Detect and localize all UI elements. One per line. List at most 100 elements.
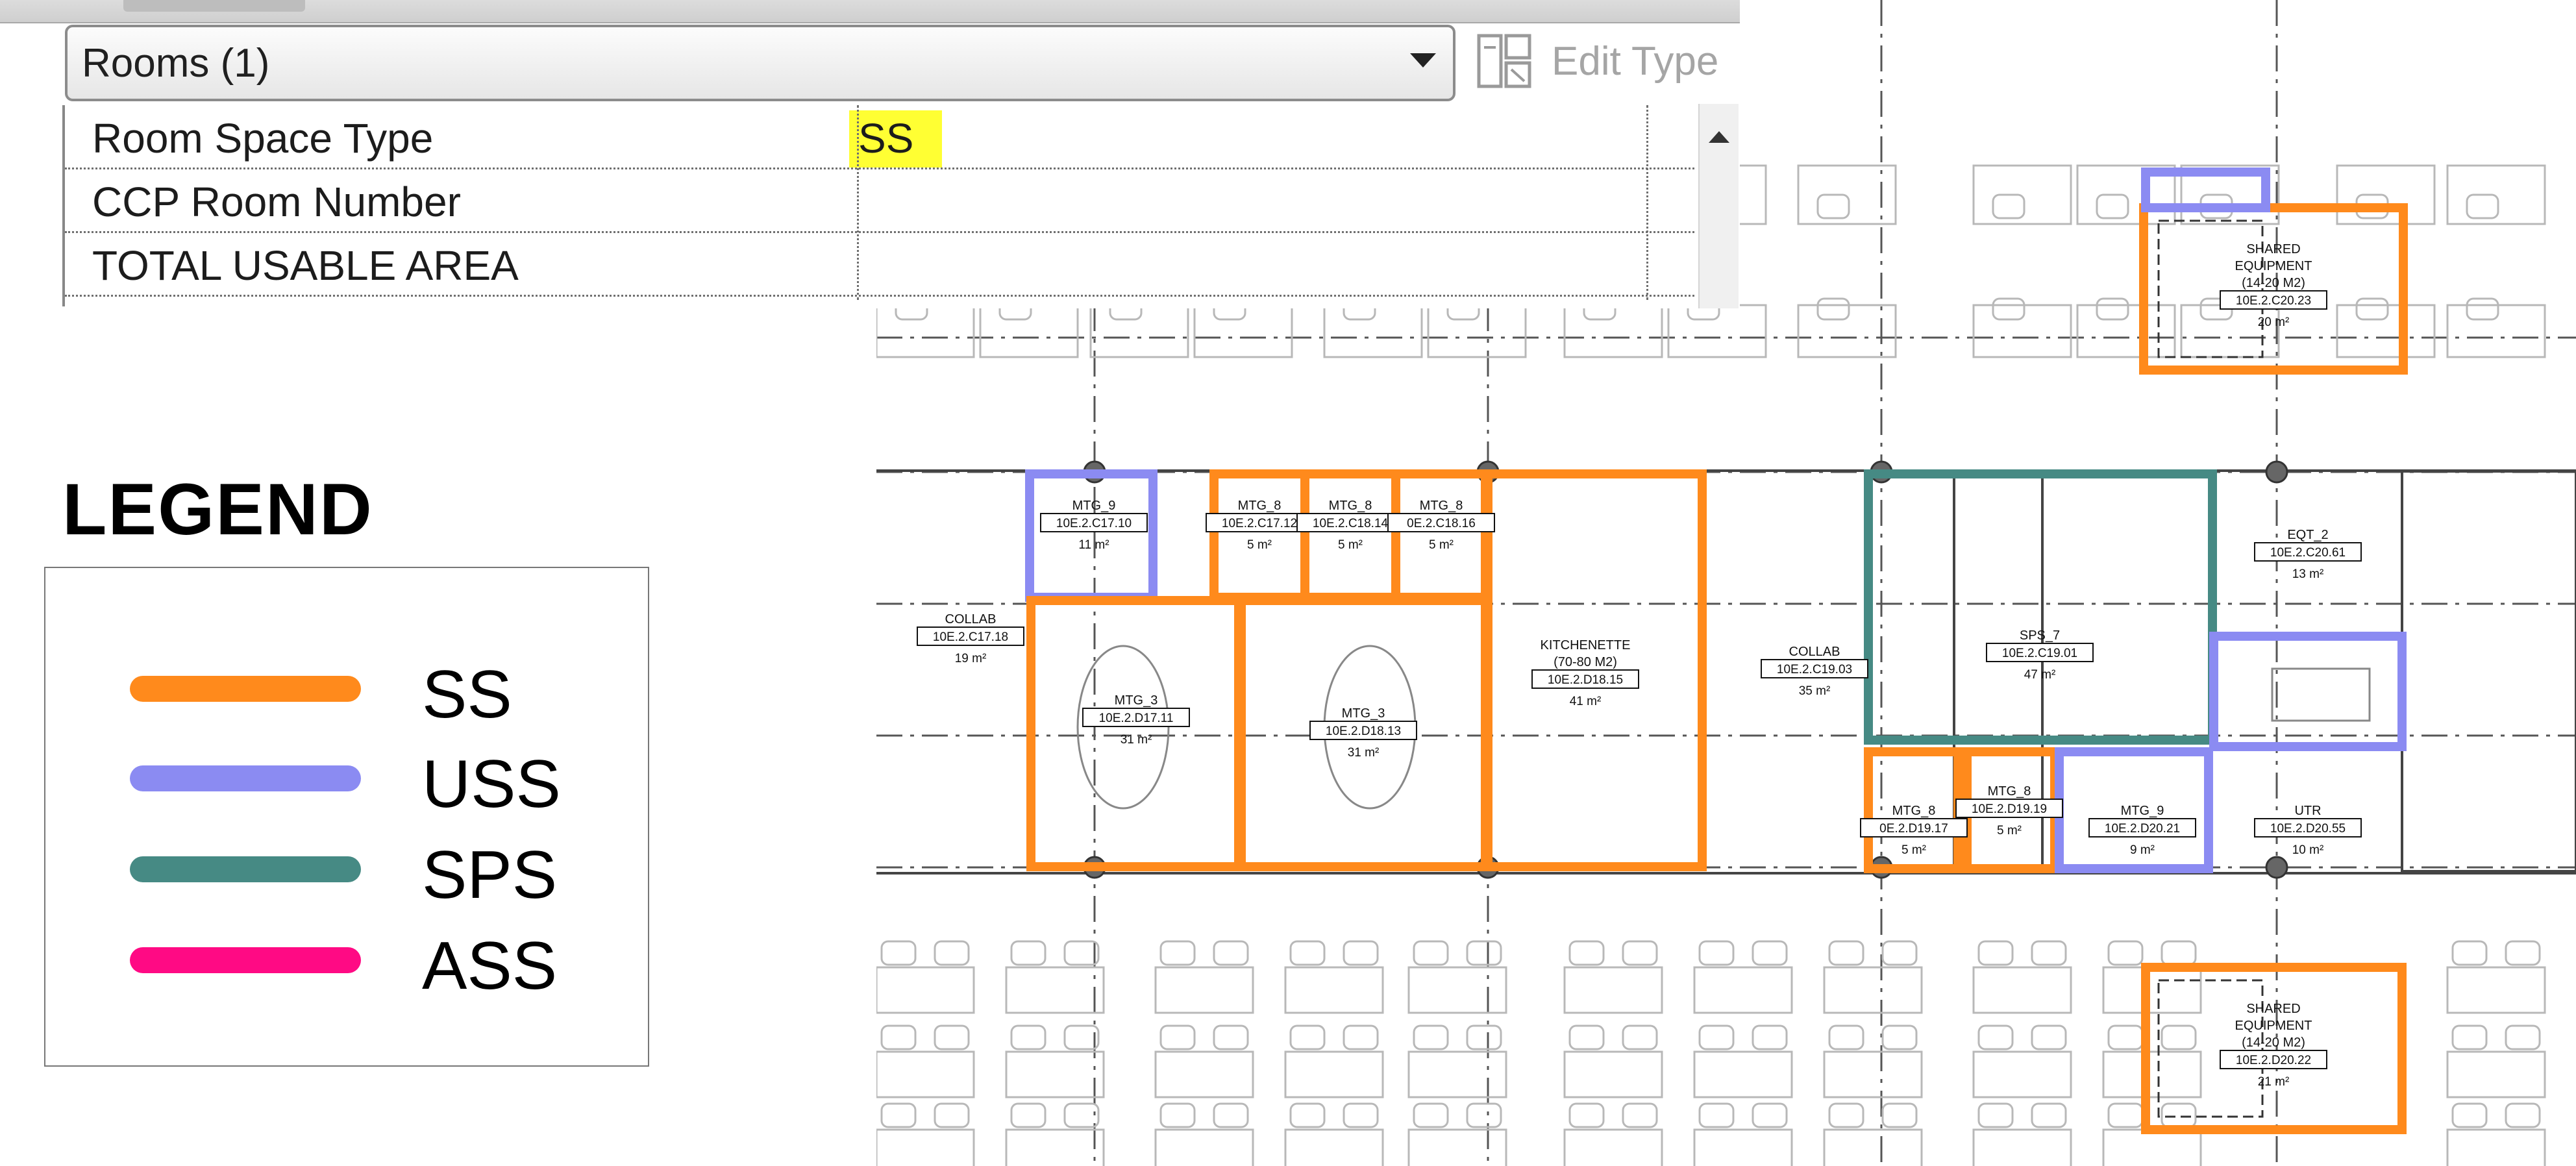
property-value-highlighted[interactable]: SS <box>849 110 943 167</box>
chair <box>2096 297 2129 321</box>
room-tag: COLLAB 10E.2.C19.03 35 m² <box>1761 645 1868 698</box>
chair <box>1289 1024 1326 1050</box>
desk <box>1154 966 1254 1014</box>
room-number: 10E.2.D20.21 <box>2105 822 2180 836</box>
chair <box>1466 1102 1502 1128</box>
properties-table: Room Space Type SS CCP Room Number TOTAL… <box>62 105 1694 308</box>
edit-type-label: Edit Type <box>1552 38 1719 84</box>
chair <box>1213 1024 1249 1050</box>
chair <box>1828 1102 1864 1128</box>
room-tag-name: MTG_3 <box>1342 706 1385 721</box>
chair <box>2107 1024 2144 1050</box>
property-row-ccp-room-number[interactable]: CCP Room Number <box>65 169 1694 233</box>
wall-segment <box>2401 470 2576 873</box>
desk <box>1972 1050 2072 1098</box>
chair <box>1063 1024 1100 1050</box>
panel-tab[interactable] <box>123 0 305 12</box>
chair <box>1816 297 1850 321</box>
desk <box>1563 1050 1663 1098</box>
chair <box>1622 1024 1658 1050</box>
room-tag-name: MTG_8 <box>1238 499 1282 513</box>
chair <box>1977 940 2014 966</box>
chair <box>1992 297 2025 321</box>
chair <box>1992 193 2025 219</box>
scroll-up-arrow-icon[interactable] <box>1709 131 1729 143</box>
room-area: 5 m² <box>1429 538 1454 552</box>
desk <box>1154 1128 1254 1166</box>
room-tag-name: SHARED <box>2246 242 2300 256</box>
chair <box>2505 1102 2541 1128</box>
room-tag: MTG_8 0E.2.C18.16 5 m² <box>1387 499 1495 552</box>
room-boundary-uss <box>2209 632 2407 751</box>
chair <box>2451 1102 2488 1128</box>
panel-tab-strip <box>0 0 1740 23</box>
legend-label: USS <box>422 747 561 822</box>
chair <box>934 940 970 966</box>
room-area: 31 m² <box>1348 746 1380 760</box>
room-area: 5 m² <box>1901 843 1926 857</box>
properties-scrollbar[interactable] <box>1698 104 1739 308</box>
desk <box>1823 1128 1923 1166</box>
room-area: 35 m² <box>1799 684 1831 698</box>
desk <box>2102 1050 2202 1098</box>
room-area: 9 m² <box>2130 843 2155 857</box>
room-number: 10E.2.D20.22 <box>2236 1054 2311 1067</box>
chair <box>2031 1102 2067 1128</box>
legend-label: ASS <box>422 928 558 1004</box>
desk <box>2446 1050 2546 1098</box>
type-selector-dropdown[interactable]: Rooms (1) <box>65 25 1455 101</box>
room-area: 13 m² <box>2292 567 2324 581</box>
desk <box>2446 966 2546 1014</box>
room-tag-name: COLLAB <box>1789 645 1840 659</box>
room-tag-name: MTG_3 <box>1115 693 1158 708</box>
room-boundary-ss <box>1209 469 1309 602</box>
chair <box>2096 193 2129 219</box>
room-tag-name: SPS_7 <box>2020 628 2060 643</box>
desk <box>2102 966 2202 1014</box>
chair <box>934 1024 970 1050</box>
desk <box>2336 304 2436 358</box>
desk <box>1407 966 1507 1014</box>
desk <box>876 1050 975 1098</box>
chair <box>880 1024 917 1050</box>
chair <box>2161 1024 2197 1050</box>
desk <box>1972 304 2072 358</box>
chair <box>1343 940 1379 966</box>
room-tag-name: KITCHENETTE <box>1541 638 1631 652</box>
desk <box>1154 1050 1254 1098</box>
chair <box>880 1102 917 1128</box>
chair <box>1413 1102 1449 1128</box>
chair <box>2466 193 2499 219</box>
desk <box>1563 304 1663 358</box>
property-name: Room Space Type <box>92 115 434 162</box>
chair <box>1816 193 1850 219</box>
chair <box>1343 1024 1379 1050</box>
room-tag: SHARED EQUIPMENT (14-20 M2) 10E.2.C20.23 20 … <box>2220 242 2327 329</box>
chevron-down-icon[interactable] <box>1410 53 1436 68</box>
room-number: 0E.2.C18.16 <box>1407 517 1476 530</box>
chair <box>2355 297 2389 321</box>
legend-item-ss: SS <box>130 657 597 732</box>
desk <box>2446 304 2546 358</box>
desk <box>1005 966 1105 1014</box>
chair <box>2466 297 2499 321</box>
room-tag-note: (14-20 M2) <box>2242 276 2305 290</box>
edit-type-button[interactable]: Edit Type <box>1475 29 1735 93</box>
room-number: 10E.2.C17.10 <box>1056 517 1132 530</box>
chair <box>1010 1102 1046 1128</box>
room-boundaries <box>1025 167 2408 1134</box>
room-number: 10E.2.D19.19 <box>1972 802 2047 816</box>
room-tag-name: MTG_8 <box>1988 784 2031 799</box>
chair <box>1343 1102 1379 1128</box>
property-row-total-usable-area[interactable]: TOTAL USABLE AREA <box>65 232 1694 297</box>
desk <box>2076 304 2176 358</box>
desk <box>1284 966 1384 1014</box>
chair <box>1622 1102 1658 1128</box>
chair <box>1622 940 1658 966</box>
desk <box>1005 1128 1105 1166</box>
column-divider <box>1646 105 1648 300</box>
chair <box>1289 1102 1326 1128</box>
property-row-room-space-type[interactable]: Room Space Type SS <box>65 105 1694 169</box>
desk <box>1693 966 1793 1014</box>
desk <box>1972 966 2072 1014</box>
